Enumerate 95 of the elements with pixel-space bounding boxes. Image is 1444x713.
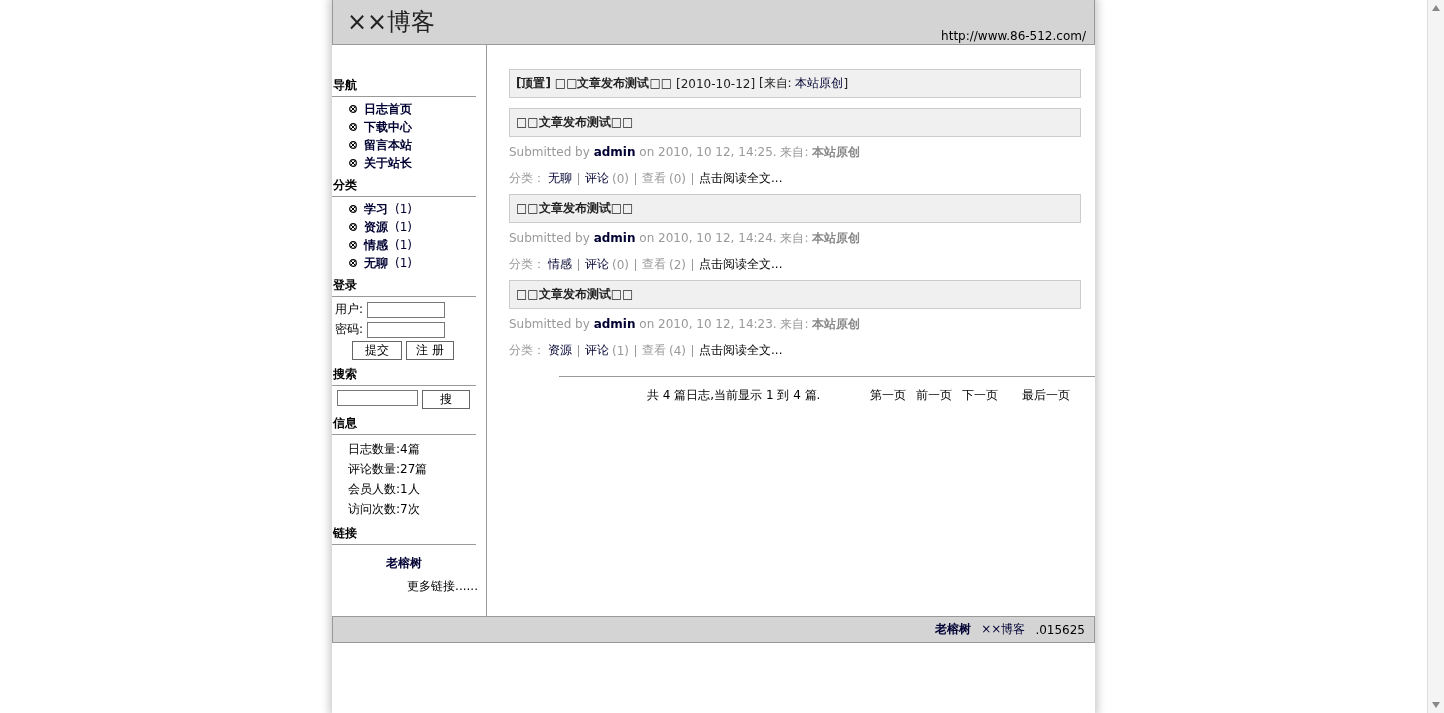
section-heading: 登录 <box>332 277 476 297</box>
section-heading: 信息 <box>332 415 476 435</box>
sidebar-link[interactable]: 关于站长 <box>364 154 412 172</box>
author-name: admin <box>593 231 636 245</box>
post-meta: on 2010, 10 12, 14:23. 来自: <box>639 317 809 331</box>
views-label: 查看 <box>642 256 666 273</box>
info-line: 评论数量:27篇 <box>347 461 429 478</box>
author-name: admin <box>593 317 636 331</box>
comments-link[interactable]: 评论 <box>585 342 609 359</box>
post-title: □□文章发布测试□□ <box>509 280 1081 309</box>
section-heading: 分类 <box>332 177 476 197</box>
category-label: 分类： <box>509 170 545 187</box>
category-link[interactable]: 无聊 <box>548 170 572 187</box>
search-field[interactable] <box>337 390 418 406</box>
page-link[interactable]: 前一页 <box>916 387 953 404</box>
comment-count: (1) <box>612 343 629 358</box>
section-heading: 导航 <box>332 77 476 97</box>
page-link[interactable]: 第一页 <box>870 387 907 404</box>
site-title: ××博客 <box>347 7 436 38</box>
comments-link[interactable]: 评论 <box>585 170 609 187</box>
post-title: □□文章发布测试□□ <box>509 108 1081 137</box>
bullet-icon <box>349 241 357 249</box>
item-count: (1) <box>395 238 412 252</box>
page-link[interactable]: 下一页 <box>962 387 999 404</box>
post-date: [2010-10-12] <box>676 76 756 91</box>
author-name: admin <box>593 145 636 159</box>
category-label: 分类： <box>509 256 545 273</box>
submitted-label: Submitted by <box>509 145 590 159</box>
pagination-summary: 共 4 篇日志,当前显示 1 到 4 篇. <box>647 387 821 404</box>
views-label: 查看 <box>642 342 666 359</box>
field-label: 用户: <box>335 301 364 318</box>
view-count: (4) <box>669 343 686 358</box>
bullet-icon <box>349 159 357 167</box>
post-meta: on 2010, 10 12, 14:25. 来自: <box>639 145 809 159</box>
source-link[interactable]: 本站原创 <box>795 75 844 92</box>
read-more-link[interactable]: 点击阅读全文... <box>699 170 783 187</box>
bullet-icon <box>349 259 357 267</box>
sidebar-link[interactable]: 无聊 <box>364 254 388 272</box>
view-count: (2) <box>669 257 686 272</box>
post-source: 本站原创 <box>812 317 861 331</box>
bullet-icon <box>349 205 357 213</box>
more-links-link[interactable]: 更多链接...... <box>407 579 478 593</box>
bullet-icon <box>349 223 357 231</box>
item-count: (1) <box>395 220 412 234</box>
sidebar-link[interactable]: 情感 <box>364 236 388 254</box>
bullet-icon <box>349 141 357 149</box>
post-title: □□文章发布测试□□ <box>509 194 1081 223</box>
site-url: http://www.86-512.com/ <box>941 29 1086 43</box>
sidebar-link[interactable]: 资源 <box>364 218 388 236</box>
register-button[interactable]: 注 册 <box>406 341 454 360</box>
link-item[interactable]: 老榕树 <box>385 556 422 570</box>
category-label: 分类： <box>509 342 545 359</box>
sidebar-link[interactable]: 留言本站 <box>364 136 412 154</box>
info-line: 访问次数:7次 <box>347 501 421 518</box>
view-count: (0) <box>669 171 686 186</box>
comments-link[interactable]: 评论 <box>585 256 609 273</box>
category-link[interactable]: 情感 <box>548 256 572 273</box>
input-field[interactable] <box>367 301 446 318</box>
bracket-text: ] <box>843 76 849 91</box>
up-arrow-icon[interactable] <box>1432 5 1440 11</box>
footer-author-link[interactable]: 老榕树 <box>935 621 972 638</box>
input-field[interactable] <box>367 321 446 338</box>
sidebar-link[interactable]: 下载中心 <box>364 118 412 136</box>
source-label: [来自: <box>758 75 792 92</box>
comment-count: (0) <box>612 171 629 186</box>
views-label: 查看 <box>642 170 666 187</box>
search-button[interactable]: 搜 <box>422 390 470 409</box>
down-arrow-icon[interactable] <box>1432 702 1440 708</box>
bullet-icon <box>349 123 357 131</box>
section-heading: 链接 <box>332 525 476 545</box>
info-line: 日志数量:4篇 <box>347 441 421 458</box>
info-line: 会员人数:1人 <box>347 481 421 498</box>
item-count: (1) <box>395 202 412 216</box>
sidebar-link[interactable]: 日志首页 <box>364 100 412 118</box>
sidebar-link[interactable]: 学习 <box>364 200 388 218</box>
render-time: .015625 <box>1035 622 1085 637</box>
post-meta: on 2010, 10 12, 14:24. 来自: <box>639 231 809 245</box>
read-more-link[interactable]: 点击阅读全文... <box>699 342 783 359</box>
sticky-tag: [顶置] <box>516 75 551 92</box>
submitted-label: Submitted by <box>509 317 590 331</box>
section-heading: 搜索 <box>332 366 476 386</box>
page-link[interactable]: 最后一页 <box>1022 387 1071 404</box>
item-count: (1) <box>395 256 412 270</box>
submit-button[interactable]: 提交 <box>352 341 402 360</box>
comment-count: (0) <box>612 257 629 272</box>
post-title: □□文章发布测试□□ <box>554 75 673 92</box>
read-more-link[interactable]: 点击阅读全文... <box>699 256 783 273</box>
submitted-label: Submitted by <box>509 231 590 245</box>
footer-site-link[interactable]: ××博客 <box>981 621 1026 638</box>
bullet-icon <box>349 105 357 113</box>
scrollbar[interactable] <box>1427 0 1444 713</box>
field-label: 密码: <box>335 321 364 338</box>
category-link[interactable]: 资源 <box>548 342 572 359</box>
post-source: 本站原创 <box>812 231 861 245</box>
post-source: 本站原创 <box>812 145 861 159</box>
